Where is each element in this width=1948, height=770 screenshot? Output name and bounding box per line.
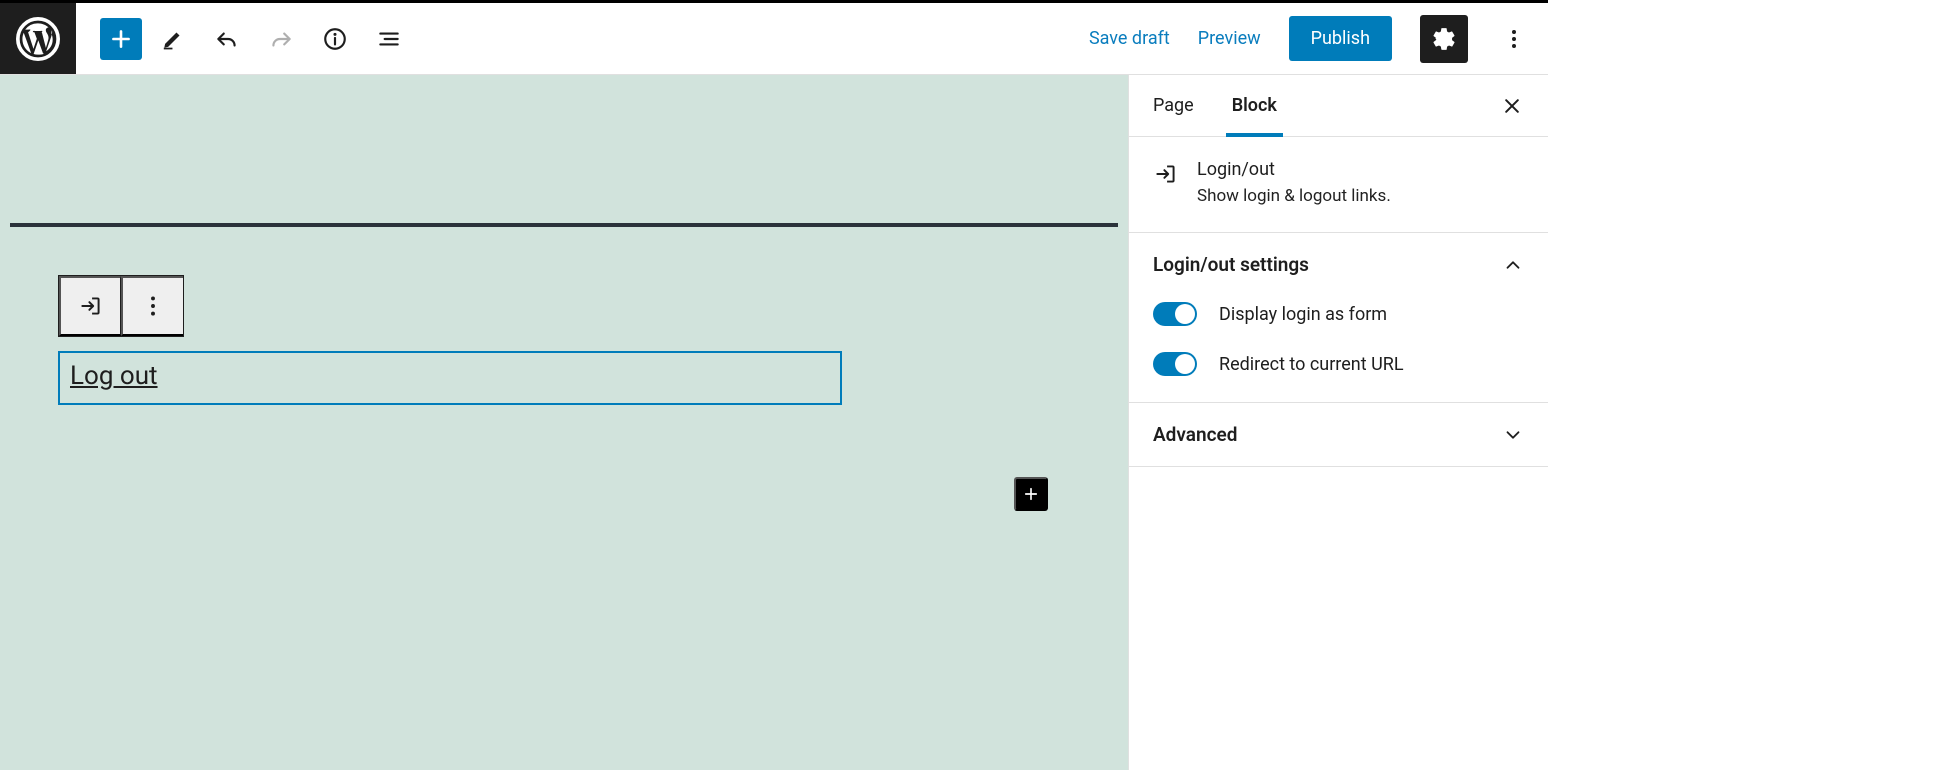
panel-title: Advanced bbox=[1153, 423, 1237, 446]
redo-icon bbox=[268, 26, 294, 52]
info-icon bbox=[322, 26, 348, 52]
toggle-label: Redirect to current URL bbox=[1219, 354, 1404, 375]
toolbar-right: Save draft Preview Publish bbox=[1089, 15, 1548, 63]
toggle-redirect-current-url[interactable] bbox=[1153, 352, 1197, 376]
close-icon bbox=[1502, 96, 1522, 116]
panel-body-loginout: Display login as form Redirect to curren… bbox=[1129, 296, 1548, 402]
wordpress-block-editor: Save draft Preview Publish bbox=[0, 0, 1548, 770]
canvas-content: Log out bbox=[10, 227, 1118, 405]
editor-body: Log out Page Block Login/out bbox=[0, 75, 1548, 770]
toggle-row-redirect: Redirect to current URL bbox=[1153, 352, 1524, 376]
panel-loginout-settings: Login/out settings Display login as form… bbox=[1129, 233, 1548, 403]
panel-header-advanced[interactable]: Advanced bbox=[1129, 403, 1548, 466]
editor-canvas[interactable]: Log out bbox=[0, 75, 1128, 770]
tab-page[interactable]: Page bbox=[1153, 75, 1194, 136]
edit-tools-button[interactable] bbox=[150, 16, 196, 62]
panel-advanced: Advanced bbox=[1129, 403, 1548, 467]
redo-button[interactable] bbox=[258, 16, 304, 62]
login-icon bbox=[1153, 161, 1179, 187]
kebab-icon bbox=[140, 293, 166, 319]
panel-header-loginout[interactable]: Login/out settings bbox=[1129, 233, 1548, 296]
save-draft-button[interactable]: Save draft bbox=[1089, 28, 1170, 49]
list-view-icon bbox=[376, 26, 402, 52]
block-card-title: Login/out bbox=[1197, 159, 1391, 186]
login-icon bbox=[78, 293, 104, 319]
toolbar-left bbox=[76, 16, 412, 62]
details-button[interactable] bbox=[312, 16, 358, 62]
loginout-block[interactable]: Log out bbox=[58, 351, 842, 405]
chevron-down-icon bbox=[1502, 424, 1524, 446]
tab-block[interactable]: Block bbox=[1232, 75, 1277, 136]
list-view-button[interactable] bbox=[366, 16, 412, 62]
close-sidebar-button[interactable] bbox=[1496, 90, 1528, 122]
block-toolbar bbox=[58, 275, 184, 337]
editor-topbar: Save draft Preview Publish bbox=[0, 3, 1548, 75]
toggle-display-login-as-form[interactable] bbox=[1153, 302, 1197, 326]
chevron-up-icon bbox=[1502, 254, 1524, 276]
sidebar-tabs: Page Block bbox=[1129, 75, 1548, 137]
publish-button[interactable]: Publish bbox=[1289, 16, 1392, 61]
undo-icon bbox=[214, 26, 240, 52]
settings-button[interactable] bbox=[1420, 15, 1468, 63]
settings-sidebar: Page Block Login/out Show login & logout… bbox=[1128, 75, 1548, 770]
gear-icon bbox=[1431, 26, 1457, 52]
wordpress-logo-icon bbox=[16, 17, 60, 61]
preview-button[interactable]: Preview bbox=[1198, 28, 1261, 49]
block-type-button[interactable] bbox=[59, 276, 121, 336]
pencil-icon bbox=[160, 26, 186, 52]
plus-icon bbox=[1022, 483, 1040, 505]
block-card-description: Show login & logout links. bbox=[1197, 186, 1391, 206]
toggle-row-display-form: Display login as form bbox=[1153, 302, 1524, 326]
plus-icon bbox=[108, 26, 134, 52]
kebab-icon bbox=[1511, 27, 1517, 51]
add-block-button[interactable] bbox=[100, 18, 142, 60]
logout-link[interactable]: Log out bbox=[70, 361, 158, 391]
block-options-button[interactable] bbox=[121, 276, 183, 336]
wordpress-logo-button[interactable] bbox=[0, 3, 76, 74]
panel-title: Login/out settings bbox=[1153, 253, 1309, 276]
options-button[interactable] bbox=[1496, 16, 1532, 62]
toggle-label: Display login as form bbox=[1219, 304, 1387, 325]
inline-add-block-button[interactable] bbox=[1014, 477, 1048, 511]
undo-button[interactable] bbox=[204, 16, 250, 62]
block-card: Login/out Show login & logout links. bbox=[1129, 137, 1548, 233]
